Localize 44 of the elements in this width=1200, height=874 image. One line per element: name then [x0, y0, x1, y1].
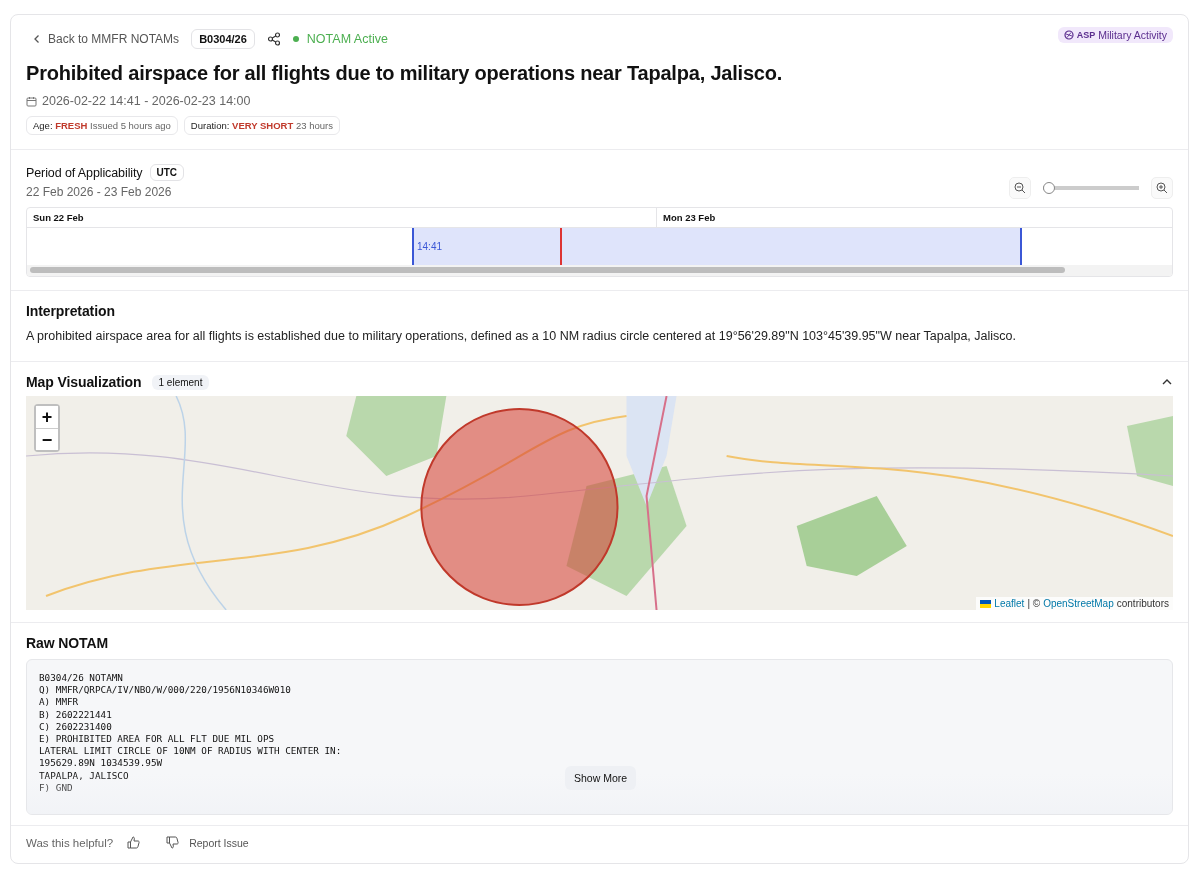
attribution-separator: | ©: [1027, 598, 1041, 609]
period-range: 22 Feb 2026 - 23 Feb 2026: [26, 185, 173, 199]
flag-icon: [980, 599, 992, 608]
current-time-line: [560, 228, 562, 265]
timezone-badge: UTC: [149, 164, 185, 181]
zoom-out-button[interactable]: −: [36, 428, 58, 450]
thumbs-down-icon[interactable]: [166, 836, 180, 849]
feedback-question: Was this helpful?: [26, 836, 114, 849]
day-header: Mon 23 Feb: [662, 211, 716, 225]
section-title: Interpretation: [26, 303, 116, 319]
section-title: Map Visualization: [26, 374, 142, 390]
category-code: ASP: [1076, 30, 1096, 40]
notam-title: Prohibited airspace for all flights due to military operations near Tapalpa, Jalisco.: [26, 62, 784, 85]
notam-id: B0304/26: [191, 29, 255, 49]
info-chip: Duration: VERY SHORT 23 hours: [183, 116, 340, 135]
calendar-icon: [26, 95, 37, 107]
zoom-in-icon: [1156, 182, 1168, 194]
scrollbar-thumb[interactable]: [30, 267, 1065, 273]
section-title: Raw NOTAM: [26, 635, 110, 651]
chevron-left-icon: [32, 34, 42, 44]
report-issue-link[interactable]: Report Issue: [189, 836, 249, 849]
back-link[interactable]: Back to MMFR NOTAMs: [32, 32, 180, 46]
zoom-in-button[interactable]: [1151, 177, 1173, 199]
element-count: 1 element: [151, 374, 210, 390]
raw-notam-text: B0304/26 NOTAMN Q) MMFR/QRPCA/IV/NBO/W/000/220/1956N10346W010 A) MMFR B) 2602221441 C) 2602231400 E) PROHIBITED AREA FOR ALL FLT DUE MIL OPS LATERAL LIMIT CIRCLE OF 10NM OF RADIUS WITH CENTER IN: 195629.89N 1034539.95W TAPALPA, JALISCO F) GND: [39, 672, 342, 795]
share-icon[interactable]: [266, 32, 281, 46]
day-header: Sun 22 Feb: [27, 208, 657, 227]
section-title: Period of Applicability: [26, 165, 143, 180]
slider-thumb[interactable]: [1043, 182, 1055, 194]
attribution-text: contributors: [1116, 598, 1169, 609]
restricted-area-circle[interactable]: [420, 408, 619, 606]
zoom-out-button[interactable]: [1009, 177, 1031, 199]
category-label: Military Activity: [1098, 29, 1167, 41]
start-time: 14:41: [416, 241, 443, 252]
validity-range: 2026-02-22 14:41 - 2026-02-23 14:00: [42, 94, 251, 108]
openstreetmap-link[interactable]: OpenStreetMap: [1043, 598, 1114, 609]
interpretation-text: A prohibited airspace area for all flights is established due to military operations, defined as a 10 NM radius circle centered at 19°56'29.89"N 103°45'39.95"W near Tapalpa, Jalisco.: [26, 329, 1017, 343]
leaflet-link[interactable]: Leaflet: [994, 598, 1025, 609]
show-more-button[interactable]: Show More: [565, 766, 637, 790]
zoom-out-icon: [1014, 182, 1026, 194]
category-icon: [1063, 30, 1074, 40]
status-label: NOTAM Active: [306, 32, 388, 46]
info-chip: Age: FRESH Issued 5 hours ago: [26, 116, 178, 135]
thumbs-up-icon[interactable]: [127, 836, 141, 849]
